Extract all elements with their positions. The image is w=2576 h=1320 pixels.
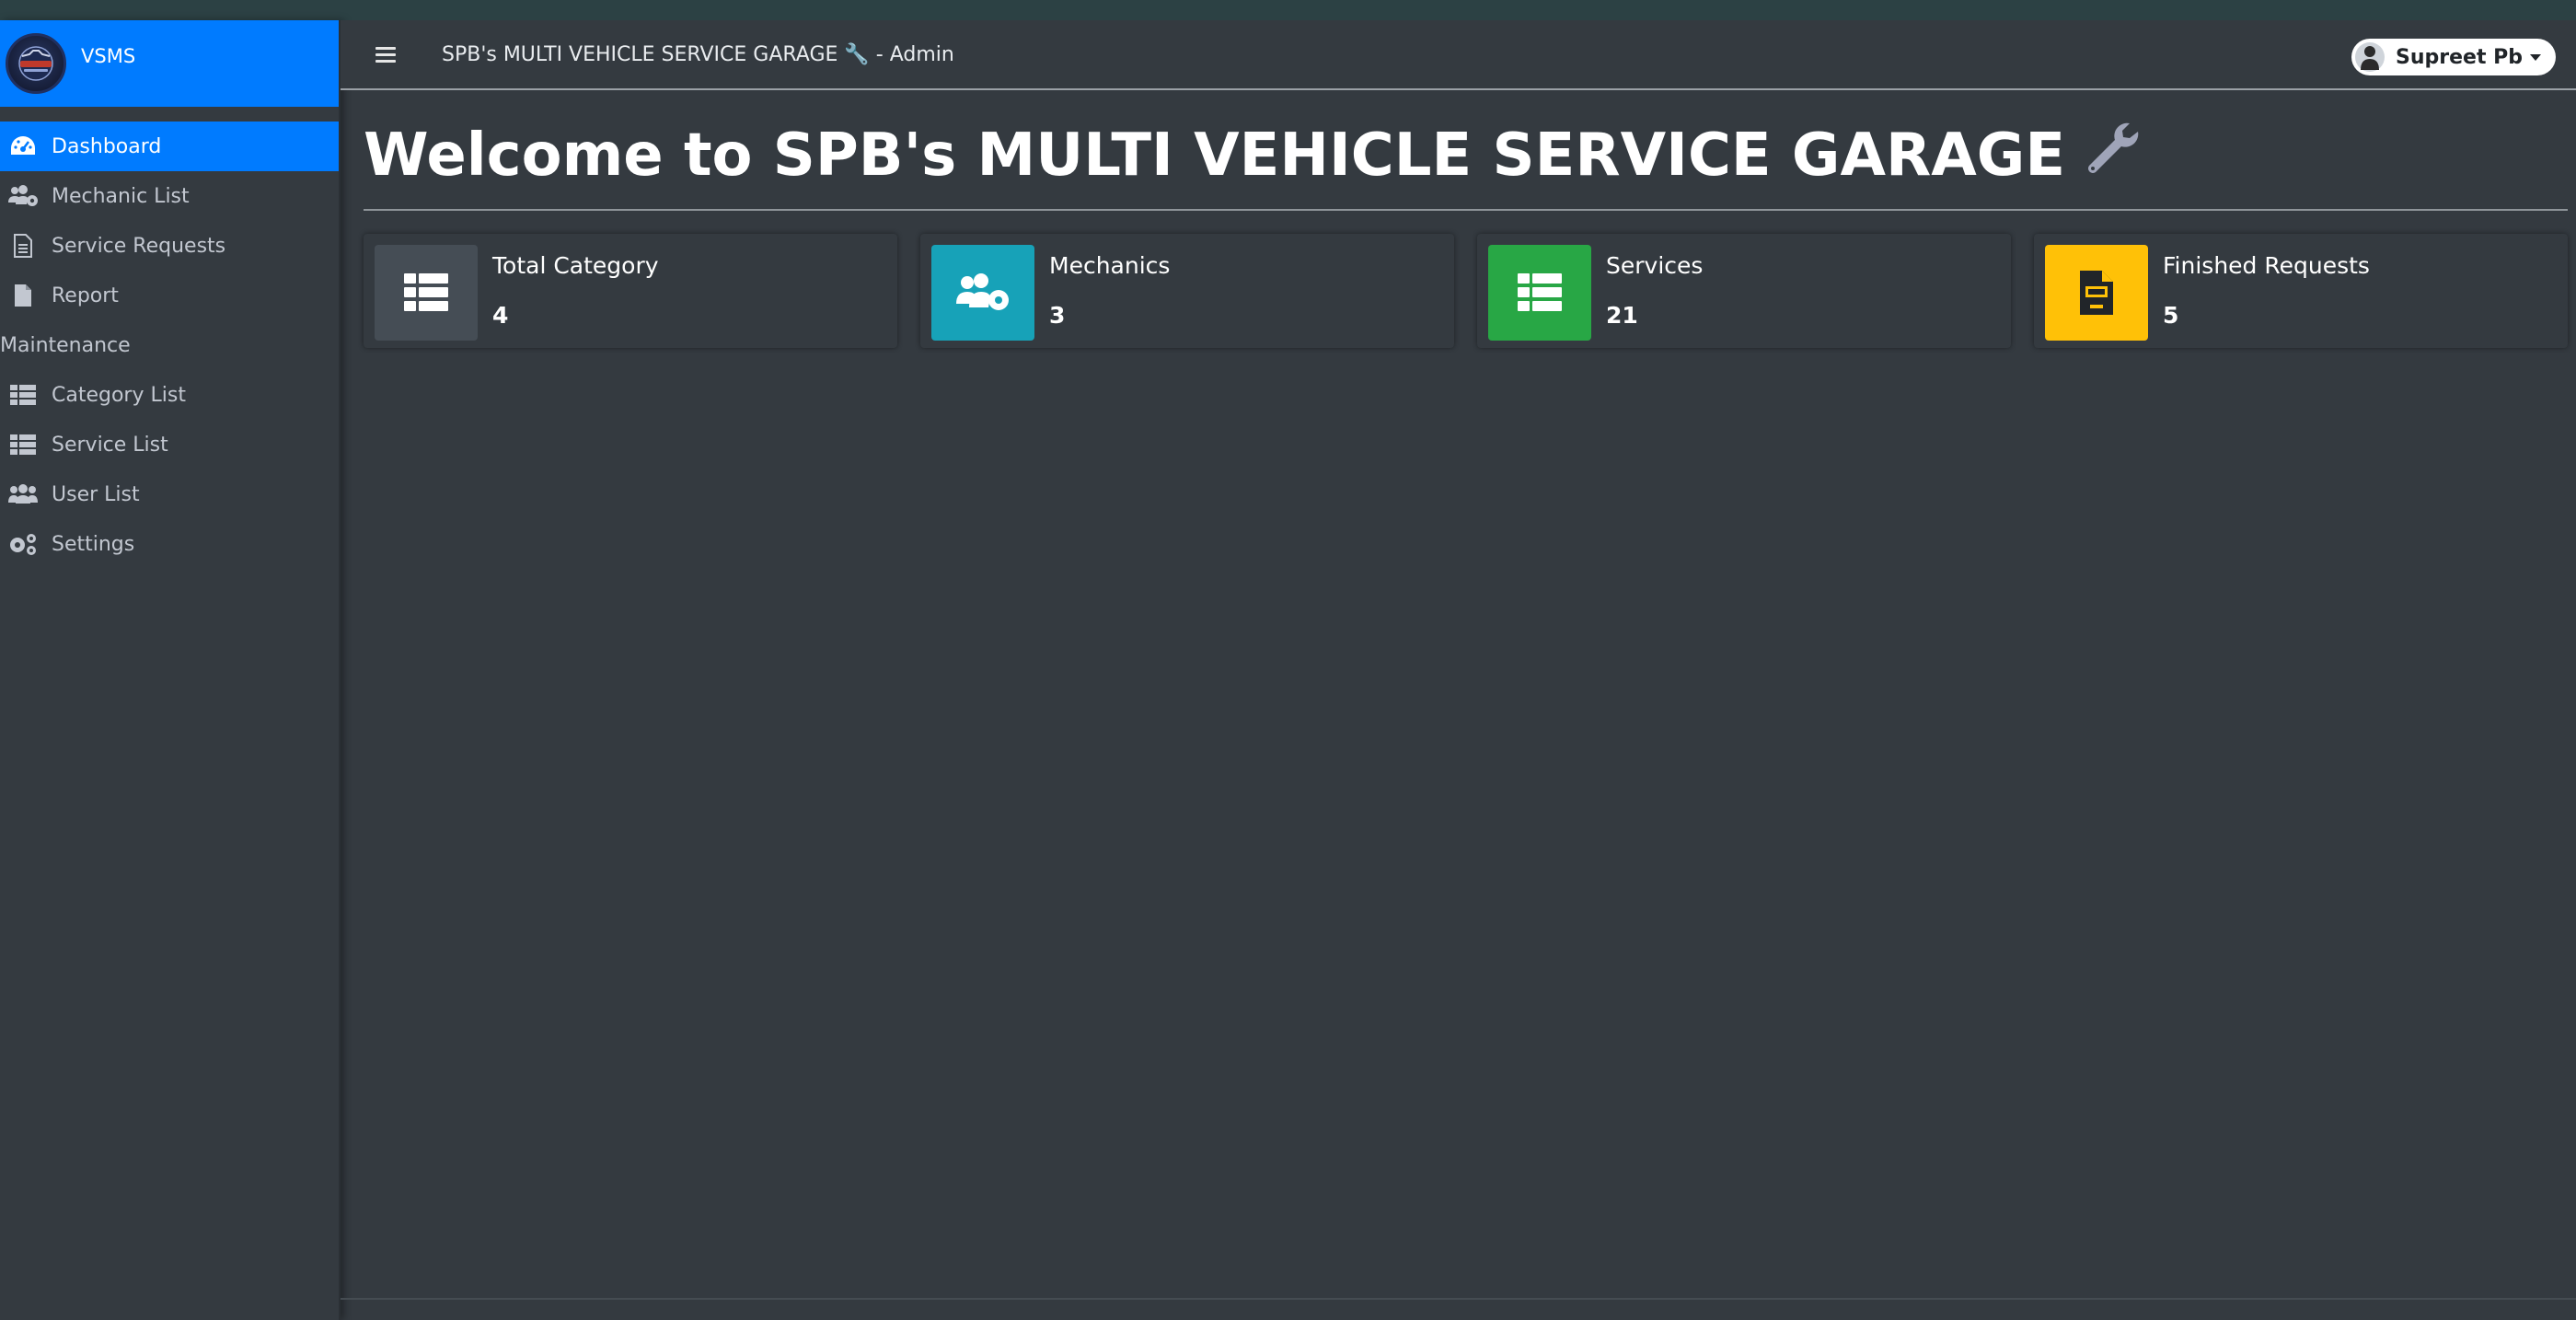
- page-title-text: Welcome to SPB's MULTI VEHICLE SERVICE G…: [364, 122, 2066, 190]
- sidebar-item-category-list[interactable]: Category List: [0, 370, 339, 420]
- info-card-services[interactable]: Services 21: [1477, 234, 2011, 348]
- sidebar-item-service-requests[interactable]: Service Requests: [0, 221, 339, 271]
- sidebar-item-mechanic-list[interactable]: Mechanic List: [0, 171, 339, 221]
- sidebar-item-report[interactable]: Report: [0, 271, 339, 320]
- file-alt-icon: [6, 232, 40, 260]
- sidebar-nav: Dashboard Mechanic List Service Requests…: [0, 122, 339, 569]
- sidebar-item-label: Settings: [52, 532, 135, 556]
- users-cog-icon: [6, 182, 40, 210]
- brand-link[interactable]: VSMS: [0, 20, 339, 107]
- sidebar-item-label: Service List: [52, 433, 168, 457]
- sidebar-item-user-list[interactable]: User List: [0, 469, 339, 519]
- users-icon: [6, 481, 40, 508]
- wrench-icon: [2082, 118, 2143, 193]
- card-label: Finished Requests: [2163, 252, 2370, 279]
- card-label: Total Category: [492, 252, 659, 279]
- th-list-icon: [1488, 245, 1591, 341]
- tachometer-icon: [6, 133, 40, 160]
- sidebar-item-label: Mechanic List: [52, 184, 190, 208]
- sidebar-section-maintenance: Maintenance: [0, 333, 131, 357]
- user-menu-button[interactable]: Supreet Pb: [2351, 39, 2556, 75]
- menu-toggle-icon[interactable]: [375, 46, 396, 63]
- main-content: Welcome to SPB's MULTI VEHICLE SERVICE G…: [341, 90, 2576, 1299]
- brand-name: VSMS: [81, 45, 136, 67]
- header-title: SPB's MULTI VEHICLE SERVICE GARAGE 🔧 - A…: [442, 42, 954, 66]
- th-list-icon: [6, 431, 40, 458]
- th-list-icon: [6, 381, 40, 409]
- cogs-icon: [6, 530, 40, 558]
- footer-divider: [341, 1298, 2576, 1300]
- avatar: [2355, 42, 2385, 72]
- top-navbar: SPB's MULTI VEHICLE SERVICE GARAGE 🔧 - A…: [341, 20, 2576, 90]
- sidebar: VSMS Dashboard Mechanic List Service Req…: [0, 20, 341, 1320]
- sidebar-item-dashboard[interactable]: Dashboard: [0, 122, 339, 171]
- page-title: Welcome to SPB's MULTI VEHICLE SERVICE G…: [364, 118, 2143, 193]
- sidebar-item-label: User List: [52, 482, 140, 506]
- card-value: 3: [1049, 302, 1066, 329]
- info-card-finished-requests[interactable]: Finished Requests 5: [2034, 234, 2568, 348]
- card-value: 21: [1606, 302, 1638, 329]
- sidebar-item-label: Category List: [52, 383, 186, 407]
- th-list-icon: [375, 245, 478, 341]
- file-icon: [6, 282, 40, 309]
- browser-top-strip: [0, 0, 2576, 20]
- sidebar-item-label: Dashboard: [52, 134, 162, 158]
- info-card-total-category[interactable]: Total Category 4: [364, 234, 897, 348]
- user-name: Supreet Pb: [2396, 45, 2523, 69]
- sidebar-item-label: Service Requests: [52, 234, 226, 258]
- card-label: Mechanics: [1049, 252, 1171, 279]
- users-cog-icon: [931, 245, 1034, 341]
- auto-repair-logo: [6, 33, 66, 94]
- sidebar-item-settings[interactable]: Settings: [0, 519, 339, 569]
- card-value: 4: [492, 302, 509, 329]
- title-divider: [364, 209, 2568, 211]
- card-label: Services: [1606, 252, 1704, 279]
- info-cards: Total Category 4 Mechanics 3 Services 21…: [364, 234, 2568, 348]
- caret-down-icon: [2530, 53, 2541, 61]
- card-value: 5: [2163, 302, 2179, 329]
- file-invoice-icon: [2045, 245, 2148, 341]
- sidebar-item-label: Report: [52, 284, 119, 307]
- sidebar-item-service-list[interactable]: Service List: [0, 420, 339, 469]
- info-card-mechanics[interactable]: Mechanics 3: [920, 234, 1454, 348]
